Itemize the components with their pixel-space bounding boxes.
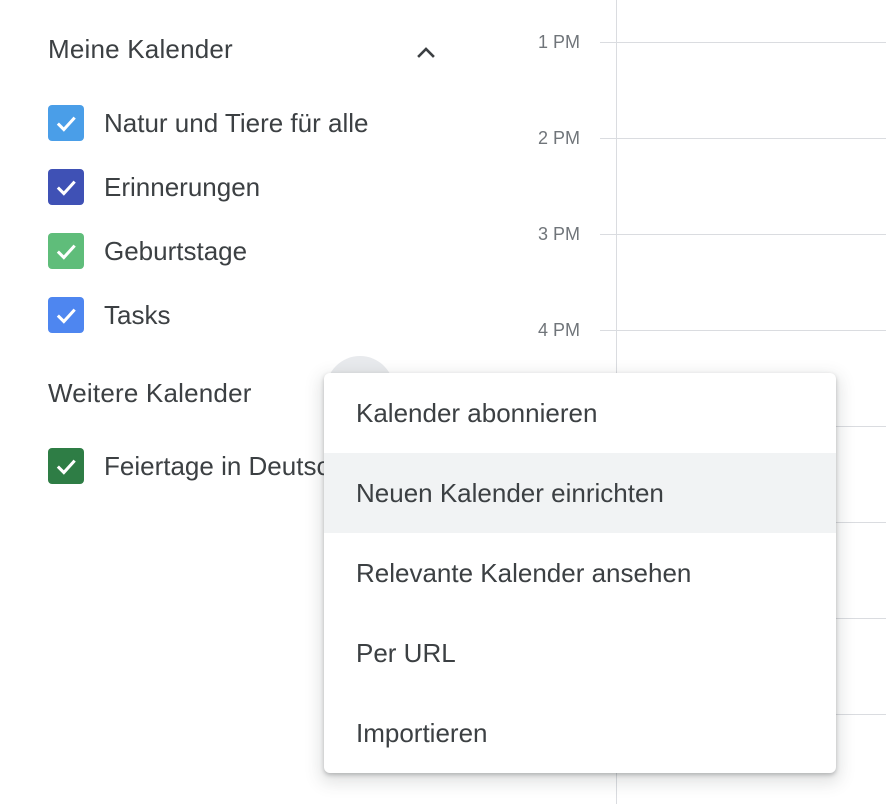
checkmark-icon: [56, 180, 76, 196]
menu-item-browse-relevant[interactable]: Relevante Kalender ansehen: [324, 533, 836, 613]
calendar-checkbox[interactable]: [48, 448, 84, 484]
hour-line-4pm: [600, 330, 886, 331]
menu-item-create-new[interactable]: Neuen Kalender einrichten: [324, 453, 836, 533]
calendar-item-tasks[interactable]: Tasks: [48, 295, 170, 335]
checkmark-icon: [56, 459, 76, 475]
calendar-checkbox[interactable]: [48, 169, 84, 205]
time-label-3pm: 3 PM: [538, 224, 581, 244]
calendar-item-natur-und-tiere[interactable]: Natur und Tiere für alle: [48, 103, 368, 143]
menu-item-import[interactable]: Importieren: [324, 693, 836, 773]
hour-line-1pm: [600, 42, 886, 43]
calendar-checkbox[interactable]: [48, 105, 84, 141]
my-calendars-header[interactable]: Meine Kalender: [48, 34, 233, 65]
time-label-4pm: 4 PM: [538, 320, 581, 340]
time-label-2pm: 2 PM: [538, 128, 581, 148]
menu-item-from-url[interactable]: Per URL: [324, 613, 836, 693]
time-label-1pm: 1 PM: [538, 32, 581, 52]
calendar-item-label: Geburtstage: [104, 235, 248, 266]
collapse-my-calendars-button[interactable]: [404, 30, 448, 74]
hour-line-6pm: [836, 522, 886, 523]
hour-line-8pm: [836, 714, 886, 715]
calendar-checkbox[interactable]: [48, 297, 84, 333]
hour-line-2pm: [600, 138, 886, 139]
menu-item-subscribe[interactable]: Kalender abonnieren: [324, 373, 836, 453]
my-calendars-title: Meine Kalender: [48, 34, 233, 64]
chevron-up-icon: [417, 47, 435, 58]
checkmark-icon: [56, 116, 76, 132]
hour-line-5pm: [836, 426, 886, 427]
hour-line-3pm: [600, 234, 886, 235]
add-calendar-menu: Kalender abonnieren Neuen Kalender einri…: [324, 373, 836, 773]
other-calendars-header[interactable]: Weitere Kalender: [48, 378, 252, 409]
other-calendars-title: Weitere Kalender: [48, 378, 252, 408]
calendar-item-label: Tasks: [104, 299, 171, 330]
calendar-item-label: Erinnerungen: [104, 171, 261, 202]
calendar-checkbox[interactable]: [48, 233, 84, 269]
hour-line-7pm: [836, 618, 886, 619]
calendar-item-label: Natur und Tiere für alle: [104, 107, 369, 138]
calendar-item-geburtstage[interactable]: Geburtstage: [48, 231, 247, 271]
checkmark-icon: [56, 308, 76, 324]
calendar-item-erinnerungen[interactable]: Erinnerungen: [48, 167, 260, 207]
checkmark-icon: [56, 244, 76, 260]
